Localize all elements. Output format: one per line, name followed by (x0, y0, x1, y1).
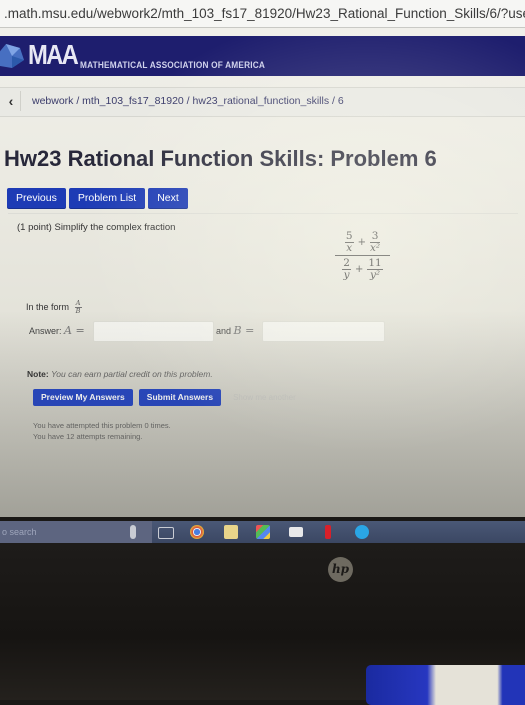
microphone-icon[interactable] (130, 525, 136, 539)
url-text[interactable]: .math.msu.edu/webwork2/mth_103_fs17_8192… (4, 6, 525, 21)
page-title: Hw23 Rational Function Skills: Problem 6 (4, 146, 437, 171)
and-label: and (216, 326, 232, 336)
attempted-count: You have attempted this problem 0 times. (33, 421, 171, 430)
maa-subtitle: MATHEMATICAL ASSOCIATION OF AMERICA (80, 60, 266, 70)
fraction-denominator: 2 y + 11 y² (335, 256, 390, 282)
store-icon[interactable] (256, 525, 270, 539)
breadcrumb-bar: ‹ webwork / mth_103_fs17_81920 / hw23_ra… (0, 87, 525, 117)
chevron-left-icon: ‹ (8, 93, 14, 109)
next-button[interactable]: Next (148, 188, 188, 209)
hp-logo: hp (328, 557, 353, 582)
problem-statement: (1 point) Simplify the complex fraction (17, 222, 176, 233)
netflix-icon[interactable] (325, 525, 331, 539)
denominator: y (343, 268, 350, 281)
form-instruction: In the form A B (26, 300, 82, 315)
answer-b-input[interactable] (262, 321, 385, 342)
numerator: 2 (343, 256, 350, 269)
note-label: Note: (27, 369, 49, 379)
a-over-b-fraction: A B (74, 299, 82, 315)
previous-button[interactable]: Previous (7, 188, 66, 209)
marker-object (366, 665, 525, 705)
fraction-numerator: 5 x + 3 x² (335, 229, 390, 255)
search-placeholder: o search (2, 527, 37, 537)
address-bar[interactable]: .math.msu.edu/webwork2/mth_103_fs17_8192… (0, 0, 525, 28)
answer-a-input[interactable] (93, 321, 214, 342)
back-button[interactable]: ‹ (2, 91, 21, 111)
chrome-icon[interactable] (190, 525, 204, 539)
answer-a-label: Answer: A = (29, 324, 85, 337)
fraction-3-over-x2: 3 x² (369, 229, 381, 254)
maa-logo-icon (0, 44, 24, 68)
denominator: x² (369, 241, 381, 254)
form-denominator: B (75, 307, 81, 315)
plus-sign: + (354, 263, 364, 275)
problem-list-button[interactable]: Problem List (68, 188, 146, 209)
plus-sign: + (357, 236, 366, 248)
maa-logo-text: MAA (28, 39, 79, 70)
maa-banner: MAA MATHEMATICAL ASSOCIATION OF AMERICA (0, 36, 525, 76)
var-b-label: B = (233, 324, 255, 337)
numerator: 11 (368, 256, 382, 269)
laptop-bezel: hp (0, 543, 525, 705)
windows-taskbar: o search (0, 521, 525, 543)
form-label: In the form (26, 301, 70, 312)
attempts-remaining: You have 12 attempts remaining. (33, 432, 143, 441)
edge-icon[interactable] (355, 525, 369, 539)
numerator: 3 (371, 229, 379, 242)
var-a-label: A = (64, 324, 85, 337)
submit-answers-button[interactable]: Submit Answers (138, 389, 222, 406)
task-view-icon[interactable] (158, 527, 174, 539)
fraction-2-over-y: 2 y (342, 256, 351, 281)
answer-actions: Preview My Answers Submit Answers Show m… (33, 389, 296, 406)
numerator: 5 (345, 229, 353, 242)
breadcrumb[interactable]: webwork / mth_103_fs17_81920 / hw23_rati… (32, 95, 344, 107)
fraction-5-over-x: 5 x (344, 229, 354, 254)
complex-fraction: 5 x + 3 x² 2 y + 11 y² (335, 229, 390, 282)
show-another-button[interactable]: Show me another (233, 393, 296, 402)
laptop-screen: .math.msu.edu/webwork2/mth_103_fs17_8192… (0, 0, 525, 517)
answer-b-label: and B = (216, 324, 254, 337)
answer-label: Answer: (29, 326, 62, 336)
file-explorer-icon[interactable] (224, 525, 238, 539)
partial-credit-note: Note: You can earn partial credit on thi… (27, 369, 213, 379)
form-numerator: A (75, 299, 81, 307)
problem-nav: Previous Problem List Next (7, 188, 188, 209)
denominator: y² (369, 268, 381, 281)
preview-answers-button[interactable]: Preview My Answers (33, 389, 133, 406)
fraction-11-over-y2: 11 y² (367, 256, 383, 281)
denominator: x (346, 241, 353, 254)
note-text: You can earn partial credit on this prob… (51, 369, 213, 379)
mail-icon[interactable] (289, 527, 303, 537)
attempts-info: You have attempted this problem 0 times.… (33, 420, 171, 442)
